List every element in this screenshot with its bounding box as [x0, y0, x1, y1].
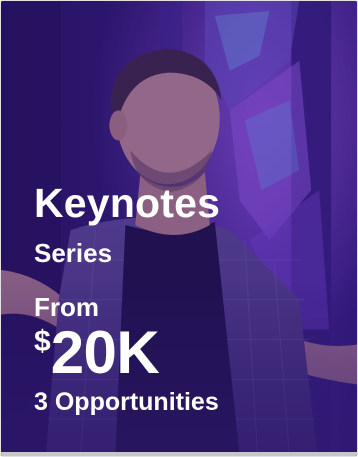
- price-amount: 20K: [50, 319, 160, 386]
- price-currency: $: [34, 325, 51, 358]
- opportunities-count: 3 Opportunities: [34, 388, 219, 416]
- card-bottom-divider: [1, 452, 357, 456]
- keynotes-series-card[interactable]: Keynotes Series From $20K 3 Opportunitie…: [0, 0, 358, 457]
- card-title: Keynotes: [34, 180, 221, 226]
- price: $20K: [34, 319, 160, 386]
- card-subtitle: Series: [34, 238, 113, 268]
